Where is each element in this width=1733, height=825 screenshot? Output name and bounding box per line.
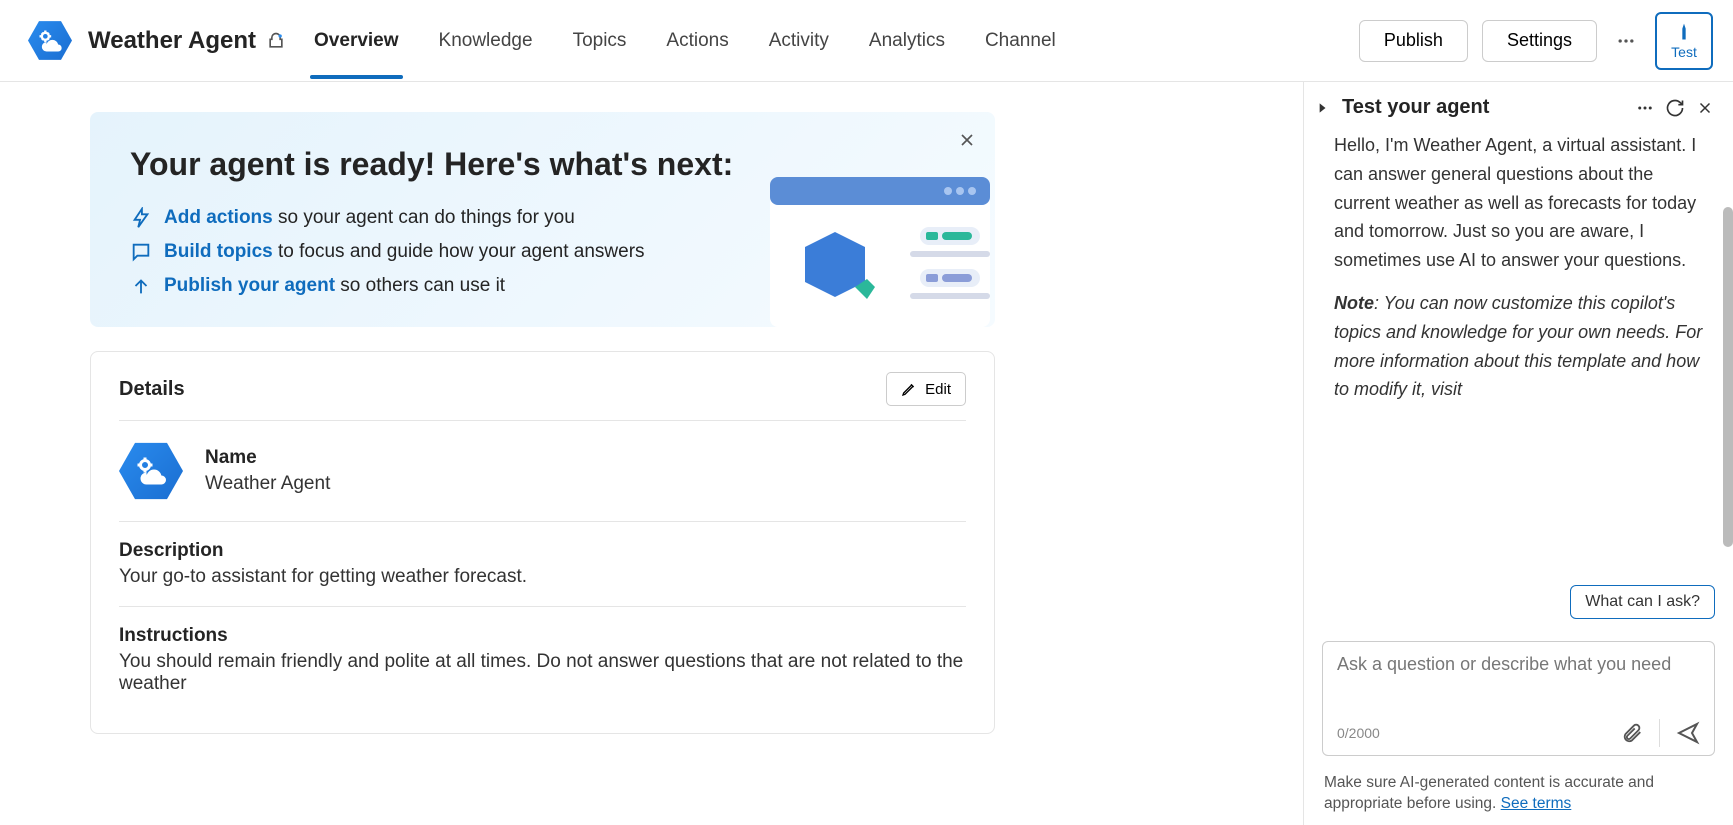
instructions-label: Instructions xyxy=(119,625,966,647)
nav-tabs: Overview Knowledge Topics Actions Activi… xyxy=(310,4,1359,78)
tab-activity[interactable]: Activity xyxy=(765,4,833,78)
tab-overview[interactable]: Overview xyxy=(310,4,403,78)
attach-icon[interactable] xyxy=(1621,722,1643,744)
agent-avatar xyxy=(119,439,183,503)
tab-knowledge[interactable]: Knowledge xyxy=(435,4,537,78)
panel-title: Test your agent xyxy=(1342,96,1625,119)
description-label: Description xyxy=(119,540,966,562)
chat-area: Hello, I'm Weather Agent, a virtual assi… xyxy=(1304,127,1733,623)
pencil-icon xyxy=(901,381,917,397)
refresh-icon[interactable] xyxy=(1665,98,1685,118)
send-icon[interactable] xyxy=(1676,721,1700,745)
panel-more-icon[interactable] xyxy=(1635,98,1655,118)
test-button-label: Test xyxy=(1671,44,1697,60)
illustration xyxy=(760,167,995,327)
see-terms-link[interactable]: See terms xyxy=(1501,795,1572,812)
chat-input-box: 0/2000 xyxy=(1322,641,1715,756)
more-icon[interactable] xyxy=(1611,26,1641,56)
description-value: Your go-to assistant for getting weather… xyxy=(119,566,966,588)
arrow-up-icon xyxy=(130,275,152,297)
chat-input[interactable] xyxy=(1337,654,1700,710)
edit-button[interactable]: Edit xyxy=(886,372,966,406)
publish-agent-link[interactable]: Publish your agent xyxy=(164,275,335,296)
agent-menu-icon[interactable] xyxy=(266,31,286,51)
panel-close-icon[interactable] xyxy=(1695,98,1715,118)
add-actions-link[interactable]: Add actions xyxy=(164,207,273,228)
details-heading: Details xyxy=(119,378,185,401)
name-label: Name xyxy=(205,447,330,469)
scrollbar[interactable] xyxy=(1723,207,1733,547)
tab-topics[interactable]: Topics xyxy=(569,4,631,78)
char-count: 0/2000 xyxy=(1337,725,1380,741)
agent-title: Weather Agent xyxy=(88,27,256,55)
publish-button[interactable]: Publish xyxy=(1359,20,1468,62)
chat-icon xyxy=(130,241,152,263)
top-bar: Weather Agent Overview Knowledge Topics … xyxy=(0,0,1733,82)
instructions-value: You should remain friendly and polite at… xyxy=(119,651,966,695)
test-button[interactable]: Test xyxy=(1655,12,1713,70)
close-icon[interactable] xyxy=(957,130,977,155)
tab-actions[interactable]: Actions xyxy=(662,4,732,78)
collapse-icon[interactable] xyxy=(1312,98,1332,118)
settings-button[interactable]: Settings xyxy=(1482,20,1597,62)
suggestion-chip[interactable]: What can I ask? xyxy=(1570,585,1715,619)
tab-channel[interactable]: Channel xyxy=(981,4,1060,78)
build-topics-link[interactable]: Build topics xyxy=(164,241,273,262)
main-content: Your agent is ready! Here's what's next:… xyxy=(0,82,1303,825)
ready-card: Your agent is ready! Here's what's next:… xyxy=(90,112,995,327)
agent-logo xyxy=(28,19,72,63)
name-value: Weather Agent xyxy=(205,473,330,495)
top-actions: Publish Settings Test xyxy=(1359,12,1713,70)
bot-note: Note: You can now customize this copilot… xyxy=(1334,289,1713,404)
bot-message: Hello, I'm Weather Agent, a virtual assi… xyxy=(1334,131,1713,275)
tab-analytics[interactable]: Analytics xyxy=(865,4,949,78)
details-card: Details Edit Name Weather Agent Descript… xyxy=(90,351,995,734)
disclaimer: Make sure AI-generated content is accura… xyxy=(1304,766,1733,815)
test-panel: Test your agent Hello, I'm Weather Agent… xyxy=(1303,82,1733,825)
divider xyxy=(1659,719,1660,747)
bolt-icon xyxy=(130,207,152,229)
